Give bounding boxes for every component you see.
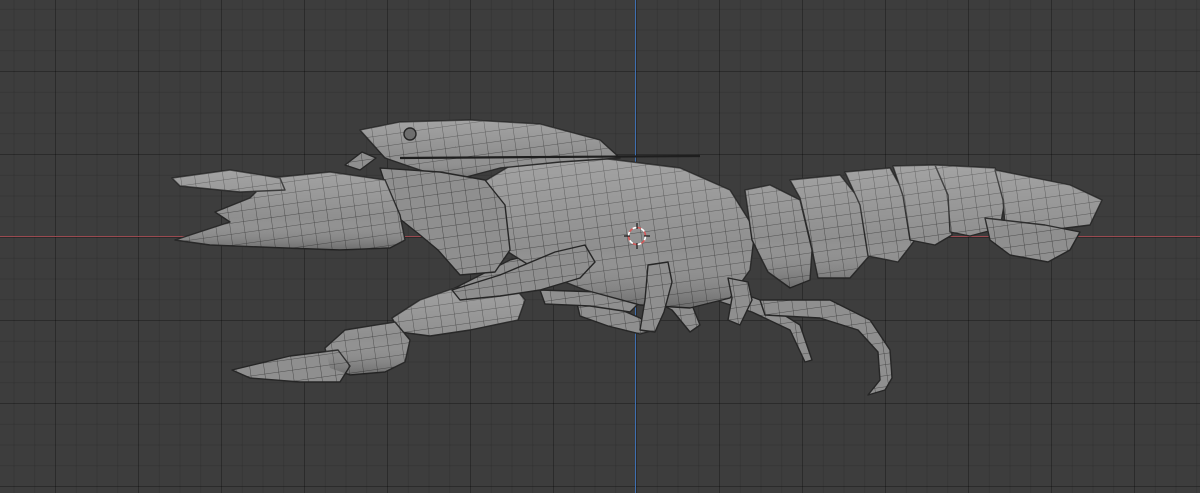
3d-cursor-icon[interactable]	[624, 223, 650, 249]
abdomen	[744, 164, 1103, 289]
upper-claw	[171, 167, 511, 276]
crayfish-mesh-icon[interactable]	[0, 0, 1200, 493]
3d-viewport[interactable]	[0, 0, 1200, 493]
eye	[403, 127, 417, 141]
